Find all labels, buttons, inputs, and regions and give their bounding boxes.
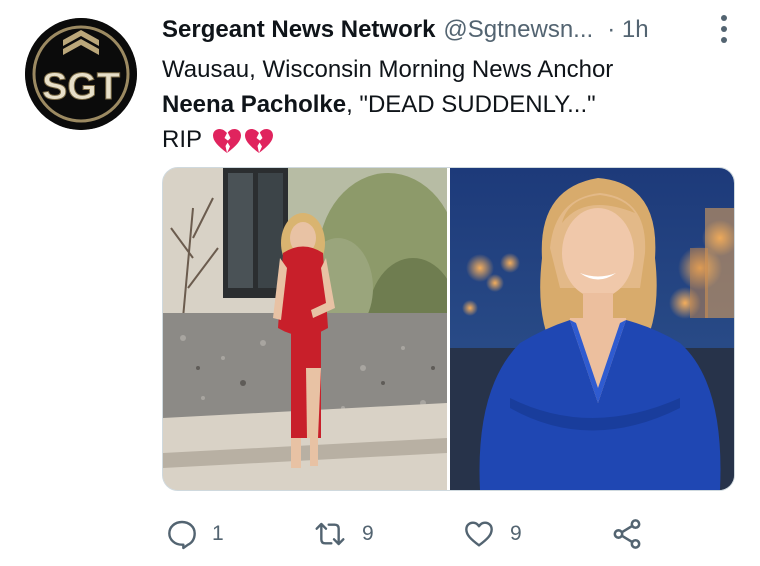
emoji-group bbox=[212, 128, 274, 154]
avatar[interactable]: SGT bbox=[25, 18, 137, 130]
heart-icon bbox=[465, 521, 493, 547]
avatar-text: SGT bbox=[42, 66, 120, 108]
broken-heart-icon bbox=[213, 128, 242, 153]
photo-blue-dress[interactable] bbox=[450, 168, 734, 490]
retweet-icon bbox=[315, 522, 345, 546]
sgt-logo: SGT bbox=[25, 18, 137, 130]
tweet-text: Wausau, Wisconsin Morning News Anchor Ne… bbox=[162, 52, 613, 157]
action-bar: 1 9 9 bbox=[162, 512, 700, 556]
like-button[interactable]: 9 bbox=[462, 512, 522, 556]
reply-icon bbox=[168, 520, 196, 550]
tweet-header: Sergeant News Network @Sgtnewsn... · 1h bbox=[162, 14, 746, 46]
tweet-line-3: RIP bbox=[162, 122, 613, 157]
retweet-button[interactable]: 9 bbox=[312, 512, 374, 556]
timestamp[interactable]: · 1h bbox=[607, 16, 648, 44]
retweet-count: 9 bbox=[362, 522, 374, 545]
anchor-name: Neena Pacholke bbox=[162, 91, 347, 118]
reply-button[interactable]: 1 bbox=[166, 512, 224, 556]
tweet-line-2-rest: , "DEAD SUDDENLY..." bbox=[346, 91, 596, 118]
author-name[interactable]: Sergeant News Network bbox=[162, 16, 435, 44]
media-grid bbox=[162, 167, 735, 491]
author-handle[interactable]: @Sgtnewsn... bbox=[443, 16, 593, 44]
more-options-icon[interactable] bbox=[720, 14, 728, 49]
tweet-line-2: Neena Pacholke, "DEAD SUDDENLY..." bbox=[162, 87, 613, 122]
rip-text: RIP bbox=[162, 126, 202, 153]
photo-red-dress[interactable] bbox=[163, 168, 458, 490]
broken-heart-icon bbox=[245, 128, 274, 153]
tweet-line-1: Wausau, Wisconsin Morning News Anchor bbox=[162, 56, 614, 83]
reply-count: 1 bbox=[212, 522, 224, 545]
share-button[interactable] bbox=[610, 512, 644, 556]
share-icon bbox=[613, 519, 641, 549]
like-count: 9 bbox=[510, 522, 522, 545]
